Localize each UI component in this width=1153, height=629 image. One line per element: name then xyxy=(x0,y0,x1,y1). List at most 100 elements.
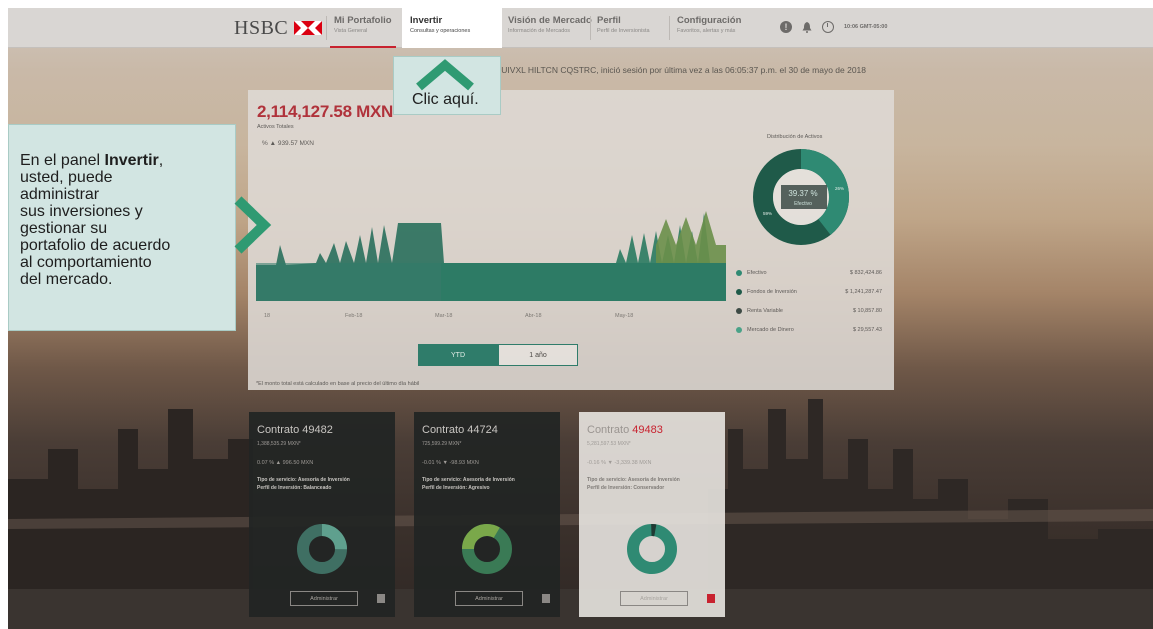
contract-info: Tipo de servicio: Asesoría de Inversión … xyxy=(257,476,350,492)
portfolio-area-chart xyxy=(256,211,726,301)
nav-vision-mercado[interactable]: Visión de Mercado Información de Mercado… xyxy=(508,8,592,48)
contract-value: 5,281,597.53 MXN* xyxy=(587,441,631,447)
contract-service: Tipo de servicio: Asesoría de Inversión xyxy=(422,477,515,483)
top-navigation: HSBC Mi Portafolio Vista General Inverti… xyxy=(8,8,1153,48)
header-icons: ! 10:06 GMT-05:00 xyxy=(780,21,887,33)
distribution-center-label: Efectivo xyxy=(794,201,812,207)
slice-label: 59% xyxy=(763,211,772,216)
nav-invertir[interactable]: Invertir Consultas y operaciones xyxy=(402,8,502,48)
tooltip-line: al comportamiento xyxy=(20,254,152,271)
tooltip-text-pre: En el panel xyxy=(20,152,105,169)
month-label: 18 xyxy=(264,313,271,319)
info-icon[interactable]: ! xyxy=(780,21,792,33)
legend-value: $ 1,241,287.47 xyxy=(845,288,882,295)
month-label: Feb-18 xyxy=(345,313,363,319)
hexagon-logo-icon xyxy=(294,21,323,35)
tooltip-line: administrar xyxy=(20,186,100,203)
legend-dot xyxy=(736,307,742,314)
total-assets-value: 2,114,127.58 MXN xyxy=(257,102,394,121)
month-label: May-18 xyxy=(615,313,634,319)
contract-value: 1,388,535.29 MXN* xyxy=(257,441,301,447)
tab-1-year[interactable]: 1 año xyxy=(498,344,578,366)
legend-dot xyxy=(736,269,742,276)
administrar-button[interactable]: Administrar xyxy=(290,591,358,606)
contract-number: 49483 xyxy=(632,424,663,436)
click-here-label: Clic aquí. xyxy=(412,91,479,108)
click-here-tooltip[interactable]: Clic aquí. xyxy=(393,56,501,115)
contract-donut-chart xyxy=(462,524,512,574)
contract-service: Tipo de servicio: Asesoría de Inversión xyxy=(587,477,680,483)
nav-divider xyxy=(590,16,591,40)
tab-ytd[interactable]: YTD xyxy=(418,344,498,366)
bell-icon[interactable] xyxy=(802,21,812,33)
tooltip-line: gestionar su xyxy=(20,220,108,237)
tooltip-line: sus inversiones y xyxy=(20,203,143,220)
contract-change: -0.16 % ▼ -3,339.38 MXN xyxy=(587,460,652,466)
nav-subtitle: Vista General xyxy=(334,28,368,34)
legend-row: Mercado de Dinero $ 29,557.43 xyxy=(736,320,882,339)
nav-mi-portafolio[interactable]: Mi Portafolio Vista General xyxy=(334,8,392,48)
contract-service: Tipo de servicio: Asesoría de Inversión xyxy=(257,477,350,483)
tooltip-text-bold: Invertir xyxy=(104,152,159,169)
header-time: 10:06 GMT-05:00 xyxy=(844,24,888,30)
legend-dot xyxy=(736,288,742,295)
contract-donut-chart xyxy=(297,524,347,574)
portfolio-summary-panel: 2,114,127.58 MXN Activos Totales % ▲ 939… xyxy=(248,90,894,390)
nav-perfil[interactable]: Perfil Perfil de Inversionista xyxy=(597,8,650,48)
contract-profile: Perfil de Inversión: Conservador xyxy=(587,485,665,491)
nav-title: Perfil xyxy=(597,15,621,26)
slice-label: 26% xyxy=(835,186,844,191)
contract-card[interactable]: Contrato 49482 1,388,535.29 MXN* 0.07 % … xyxy=(249,412,395,617)
nav-title: Invertir xyxy=(410,15,443,26)
contract-title-prefix: Contrato xyxy=(587,424,633,436)
legend-label: Efectivo xyxy=(747,269,767,276)
nav-title: Mi Portafolio xyxy=(334,15,392,26)
legend-row: Efectivo $ 832,424.86 xyxy=(736,263,882,282)
total-change: % ▲ 939.57 MXN xyxy=(262,140,314,147)
contract-profile: Perfil de Inversión: Balanceado xyxy=(257,485,332,491)
distribution-center-value: 39.37 % xyxy=(788,189,817,198)
legend-value: $ 29,557.43 xyxy=(852,326,882,333)
month-label: Abr-18 xyxy=(525,313,542,319)
nav-configuracion[interactable]: Configuración Favoritos, alertas y más xyxy=(677,8,741,48)
active-section-indicator xyxy=(330,46,396,48)
nav-title: Visión de Mercado xyxy=(508,15,592,26)
brand-name: HSBC xyxy=(234,16,289,39)
tooltip-line: del mercado. xyxy=(20,271,113,288)
footnote: *El monto total está calculado en base a… xyxy=(256,381,420,387)
nav-subtitle: Información de Mercados xyxy=(508,28,571,34)
distribution-title: Distribución de Activos xyxy=(767,134,823,140)
trash-icon[interactable] xyxy=(377,594,385,603)
distribution-legend: Efectivo $ 832,424.86 Fondos de Inversió… xyxy=(736,263,882,339)
legend-value: $ 832,424.86 xyxy=(849,269,882,276)
contract-title: Contrato 49483 xyxy=(587,424,663,436)
legend-label: Renta Variable xyxy=(747,307,783,314)
nav-subtitle: Perfil de Inversionista xyxy=(597,28,650,34)
chevron-right-icon[interactable] xyxy=(232,196,272,254)
administrar-button[interactable]: Administrar xyxy=(620,591,688,606)
total-assets-label: Activos Totales xyxy=(257,124,294,130)
contract-donut-chart xyxy=(627,524,677,574)
nav-divider xyxy=(669,16,670,40)
legend-dot xyxy=(736,326,742,333)
contract-info: Tipo de servicio: Asesoría de Inversión … xyxy=(422,476,515,492)
period-tabs: YTD 1 año xyxy=(418,344,578,366)
session-info: SQUIVXL HILTCN CQSTRC, inició sesión por… xyxy=(489,65,867,75)
contract-card[interactable]: Contrato 44724 725,599.29 MXN* -0.01 % ▼… xyxy=(414,412,560,617)
clock-icon xyxy=(822,21,834,33)
legend-row: Fondos de Inversión $ 1,241,287.47 xyxy=(736,282,882,301)
administrar-button[interactable]: Administrar xyxy=(455,591,523,606)
hsbc-logo[interactable]: HSBC xyxy=(234,16,323,39)
contract-title: Contrato 44724 xyxy=(422,424,498,436)
contract-card[interactable]: Contrato 49483 5,281,597.53 MXN* -0.16 %… xyxy=(579,412,725,617)
tooltip-line: usted, puede xyxy=(20,169,113,186)
legend-row: Renta Variable $ 10,857.80 xyxy=(736,301,882,320)
nav-title: Configuración xyxy=(677,15,742,26)
month-label: Mar-18 xyxy=(435,313,453,319)
legend-label: Mercado de Dinero xyxy=(747,326,794,333)
nav-subtitle: Favoritos, alertas y más xyxy=(677,28,736,34)
trash-icon[interactable] xyxy=(542,594,550,603)
legend-label: Fondos de Inversión xyxy=(747,288,797,295)
instruction-tooltip: En el panel Invertir, usted, puede admin… xyxy=(8,124,236,331)
trash-icon[interactable] xyxy=(707,594,715,603)
